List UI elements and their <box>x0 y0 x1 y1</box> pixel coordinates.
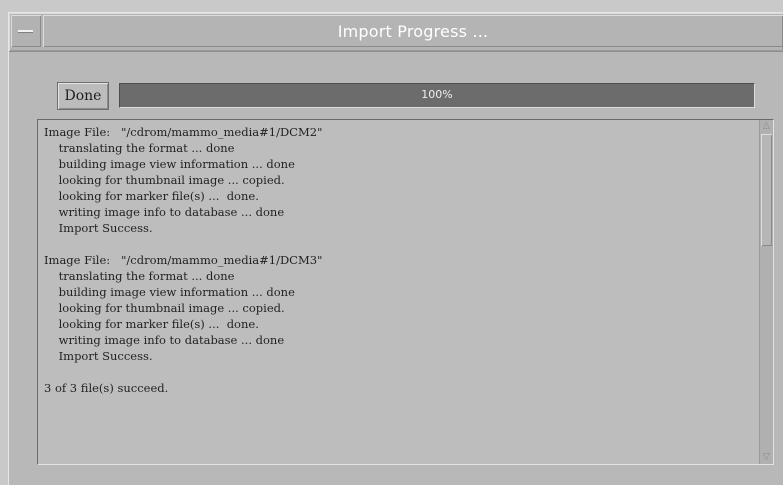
scrollbar-thumb[interactable] <box>761 134 772 246</box>
scroll-up-arrow-icon[interactable]: △ <box>761 121 772 132</box>
log-blank-line <box>44 236 755 252</box>
log-line: writing image info to database ... done <box>44 205 285 219</box>
import-progress-window: Import Progress ... Done 100% Image File… <box>8 12 783 485</box>
log-line: building image view information ... done <box>44 157 295 171</box>
import-log-text[interactable]: Image File: "/cdrom/mammo_media#1/DCM2" … <box>44 124 755 462</box>
scroll-down-arrow-icon[interactable]: ▽ <box>761 452 772 463</box>
log-line: writing image info to database ... done <box>44 333 285 347</box>
window-menu-icon <box>18 30 33 32</box>
title-area[interactable]: Import Progress ... <box>43 15 783 47</box>
log-line: Image File: "/cdrom/mammo_media#1/DCM2" <box>44 125 323 139</box>
progress-bar: 100% <box>119 83 755 108</box>
window-menu-button[interactable] <box>11 15 41 47</box>
log-line: looking for marker file(s) ... done. <box>44 317 259 331</box>
log-line: Import Success. <box>44 349 153 363</box>
log-line: Import Success. <box>44 221 153 235</box>
log-scrollbar[interactable]: △ ▽ <box>759 120 773 464</box>
log-line: Image File: "/cdrom/mammo_media#1/DCM3" <box>44 253 323 267</box>
done-button[interactable]: Done <box>57 82 109 110</box>
import-log-panel: Image File: "/cdrom/mammo_media#1/DCM2" … <box>37 119 774 465</box>
log-line: looking for marker file(s) ... done. <box>44 189 259 203</box>
log-line: looking for thumbnail image ... copied. <box>44 301 285 315</box>
progress-label: 100% <box>421 88 453 101</box>
log-line: translating the format ... done <box>44 141 235 155</box>
log-line: building image view information ... done <box>44 285 295 299</box>
window-title: Import Progress ... <box>337 22 489 41</box>
log-line: translating the format ... done <box>44 269 235 283</box>
log-blank-line <box>44 364 755 380</box>
title-bar[interactable]: Import Progress ... <box>9 13 783 52</box>
log-line: looking for thumbnail image ... copied. <box>44 173 285 187</box>
log-line: 3 of 3 file(s) succeed. <box>44 381 169 395</box>
